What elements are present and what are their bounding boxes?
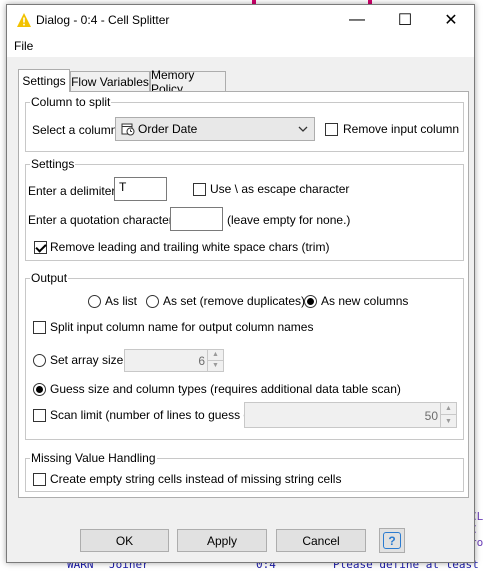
menu-file[interactable]: File xyxy=(14,39,33,53)
group-title: Missing Value Handling xyxy=(30,451,157,465)
array-size-spinner[interactable]: 6 ▲ ▼ xyxy=(124,349,224,372)
column-to-split-group: Column to split Select a column: Order D… xyxy=(25,95,464,152)
quotation-hint: (leave empty for none.) xyxy=(227,213,351,227)
as-set-label: As set (remove duplicates) xyxy=(163,294,306,308)
missing-value-group: Missing Value Handling Create empty stri… xyxy=(25,451,464,492)
maximize-button[interactable]: ☐ xyxy=(382,5,428,35)
split-column-name-label: Split input column name for output colum… xyxy=(50,320,314,334)
minimize-icon: — xyxy=(349,11,365,28)
scan-limit-checkbox[interactable] xyxy=(33,409,46,422)
remove-input-column-checkbox[interactable] xyxy=(325,123,338,136)
as-set-radio[interactable] xyxy=(146,295,159,308)
close-button[interactable]: ✕ xyxy=(428,5,474,35)
quotation-label: Enter a quotation character: xyxy=(28,213,177,227)
calendar-clock-icon xyxy=(121,123,135,136)
tab-memory-policy[interactable]: Memory Policy xyxy=(150,68,226,96)
trim-checkbox[interactable] xyxy=(34,241,47,254)
spinner-down-icon[interactable]: ▼ xyxy=(441,415,456,427)
remove-input-column-label: Remove input column xyxy=(343,122,460,136)
escape-character-label: Use \ as escape character xyxy=(210,182,350,196)
split-column-name-checkbox[interactable] xyxy=(33,321,46,334)
tab-settings[interactable]: Settings xyxy=(18,69,70,92)
group-title: Output xyxy=(30,271,69,285)
help-icon: ? xyxy=(383,532,401,549)
scan-limit-value: 50 xyxy=(424,409,438,423)
cell-splitter-dialog: Dialog - 0:4 - Cell Splitter — ☐ ✕ File … xyxy=(6,4,475,563)
quotation-input[interactable] xyxy=(170,207,223,231)
empty-string-cells-label: Create empty string cells instead of mis… xyxy=(50,472,342,486)
set-array-size-radio[interactable] xyxy=(33,354,46,367)
set-array-size-label: Set array size xyxy=(50,353,124,367)
output-group: Output As list As set (remove duplicates… xyxy=(25,271,464,440)
spinner-up-icon[interactable]: ▲ xyxy=(441,403,456,415)
title-bar[interactable]: Dialog - 0:4 - Cell Splitter — ☐ ✕ xyxy=(7,5,474,35)
spinner-up-icon[interactable]: ▲ xyxy=(208,350,223,361)
array-size-stepper[interactable]: ▲ ▼ xyxy=(207,350,223,371)
minimize-button[interactable]: — xyxy=(334,5,380,35)
array-size-value: 6 xyxy=(198,354,205,368)
settings-group: Settings Enter a delimiter: T Use \ as e… xyxy=(25,157,464,261)
escape-character-checkbox[interactable] xyxy=(193,183,206,196)
as-new-columns-radio[interactable] xyxy=(304,295,317,308)
as-new-columns-label: As new columns xyxy=(321,294,409,308)
select-column-label: Select a column: xyxy=(32,123,121,137)
window-title: Dialog - 0:4 - Cell Splitter xyxy=(36,13,170,27)
trim-label: Remove leading and trailing white space … xyxy=(50,240,330,254)
delimiter-label: Enter a delimiter: xyxy=(28,184,119,198)
as-list-label: As list xyxy=(105,294,138,308)
spinner-down-icon[interactable]: ▼ xyxy=(208,361,223,372)
maximize-icon: ☐ xyxy=(397,12,413,29)
column-select[interactable]: Order Date xyxy=(115,117,315,141)
guess-size-radio[interactable] xyxy=(33,383,46,396)
empty-string-cells-checkbox[interactable] xyxy=(33,473,46,486)
as-list-radio[interactable] xyxy=(88,295,101,308)
group-title: Settings xyxy=(30,157,76,171)
settings-tab-panel: Column to split Select a column: Order D… xyxy=(18,91,469,498)
ok-button[interactable]: OK xyxy=(80,529,169,552)
apply-button[interactable]: Apply xyxy=(177,529,267,552)
guess-size-label: Guess size and column types (requires ad… xyxy=(50,382,401,396)
group-title: Column to split xyxy=(30,95,112,109)
selected-column-value: Order Date xyxy=(138,122,198,136)
chevron-down-icon xyxy=(298,126,308,132)
warning-triangle-icon xyxy=(17,13,31,27)
tab-flow-variables[interactable]: Flow Variables xyxy=(70,71,150,91)
scan-limit-spinner[interactable]: 50 ▲ ▼ xyxy=(244,402,457,428)
help-button[interactable]: ? xyxy=(379,528,405,553)
menu-bar: File xyxy=(7,35,474,57)
scan-limit-label: Scan limit (number of lines to guess on) xyxy=(50,408,261,422)
cancel-button[interactable]: Cancel xyxy=(276,529,366,552)
scan-limit-stepper[interactable]: ▲ ▼ xyxy=(440,403,456,427)
close-icon: ✕ xyxy=(444,12,458,29)
delimiter-input[interactable]: T xyxy=(114,177,167,201)
